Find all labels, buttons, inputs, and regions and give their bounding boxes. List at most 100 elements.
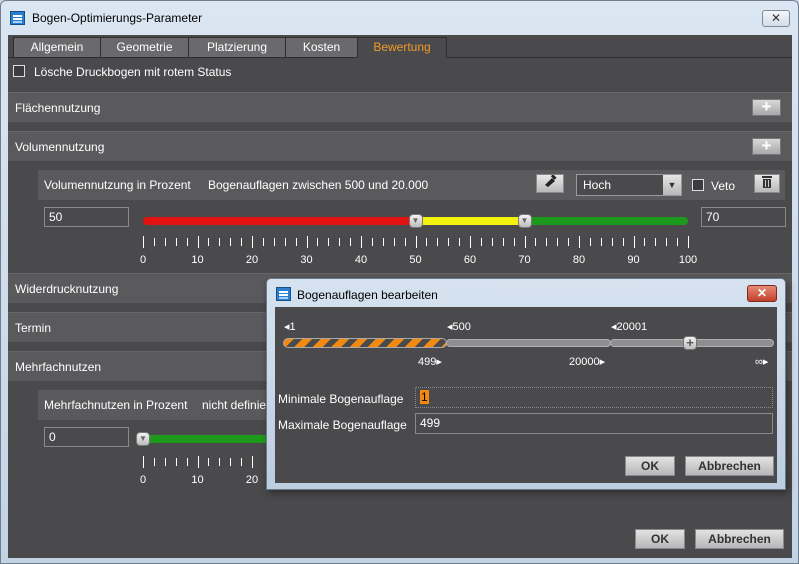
scale-label: 10 [191, 254, 204, 266]
scale-label: 100 [678, 254, 698, 266]
expand-button[interactable]: + [752, 137, 781, 155]
close-button[interactable]: ✕ [762, 10, 790, 27]
scale-tick [666, 238, 668, 246]
scale-label: 60 [463, 254, 477, 266]
volumen-criterion-row: Volumennutzung in Prozent Bogenauflagen … [38, 170, 785, 200]
scale-tick [546, 238, 548, 246]
scale-tick [252, 236, 253, 248]
section-title: Termin [15, 321, 52, 335]
slider-handle-high[interactable]: ▼ [517, 214, 532, 228]
scale-tick [208, 458, 210, 466]
scale-tick [306, 236, 308, 248]
scale-tick [655, 238, 657, 246]
criterion-range: Bogenauflagen zwischen 500 und 20.000 [208, 178, 429, 192]
min-input[interactable]: 1 [415, 387, 773, 408]
tab-bewertung[interactable]: Bewertung [357, 37, 447, 58]
sub-ok-button[interactable]: OK [625, 456, 675, 476]
tab-geometrie[interactable]: Geometrie [100, 37, 189, 58]
dialog-body: ◂1 ◂500 ◂20001 + 499▸ 20000▸ ∞▸ Minimale… [275, 307, 777, 483]
tab-kosten[interactable]: Kosten [285, 37, 358, 58]
scale-tick [186, 238, 188, 246]
scale-tick [197, 456, 199, 468]
scale-label: 0 [139, 254, 147, 266]
veto-checkbox[interactable] [692, 179, 704, 191]
expand-button[interactable]: + [752, 98, 781, 116]
mehrfach-low-input[interactable]: 0 [44, 427, 129, 447]
scale-tick [677, 238, 679, 246]
scale-tick [524, 236, 526, 248]
scale-tick [415, 236, 417, 248]
scale-tick [480, 238, 482, 246]
volumen-high-input[interactable]: 70 [701, 207, 786, 227]
scale-label: 30 [300, 254, 313, 266]
scale-label: 20 [245, 474, 259, 486]
slider-handle-low[interactable]: ▼ [408, 214, 423, 228]
scale-tick [426, 238, 428, 246]
title-bar: Bogen-Optimierungs-Parameter ✕ [1, 1, 798, 35]
tab-allgemein[interactable]: Allgemein [13, 37, 101, 58]
scale-tick [644, 238, 646, 246]
scale-tick [284, 238, 286, 246]
scale-tick [219, 458, 221, 466]
section-volumennutzung[interactable]: Volumennutzung + [8, 131, 792, 161]
criterion-label: Mehrfachnutzen in Prozent [44, 398, 188, 412]
edit-range-button[interactable] [536, 174, 564, 193]
scale-tick [143, 456, 144, 468]
cancel-button[interactable]: Abbrechen [695, 529, 784, 549]
scale-tick [317, 238, 319, 246]
delete-red-label: Lösche Druckbogen mit rotem Status [34, 65, 232, 79]
scale-tick [208, 238, 210, 246]
volumen-low-input[interactable]: 50 [44, 207, 129, 227]
scale-tick [382, 238, 384, 246]
scale-tick [393, 238, 395, 246]
max-label: Maximale Bogenauflage [278, 418, 407, 432]
app-icon [276, 287, 291, 301]
delete-red-checkbox[interactable] [13, 65, 25, 77]
marker-end-infinity: ∞▸ [755, 356, 769, 368]
scale-tick [459, 238, 461, 246]
tab-platzierung[interactable]: Platzierung [188, 37, 286, 58]
section-flaechennutzung[interactable]: Flächennutzung + [8, 92, 792, 122]
window-title: Bogen-Optimierungs-Parameter [32, 11, 203, 25]
slider-segment-high [524, 217, 688, 225]
scale-tick [622, 238, 624, 246]
gavel-icon [545, 174, 557, 187]
scale-tick [164, 238, 166, 246]
mehrfach-slider-handle[interactable]: ▼ [136, 432, 150, 446]
slider-segment-mid [415, 217, 525, 225]
range-segment-active[interactable] [283, 338, 447, 348]
delete-criterion-button[interactable] [754, 174, 780, 193]
priority-value: Hoch [583, 178, 612, 192]
marker-end-20000: 20000▸ [569, 356, 606, 368]
scale-tick [153, 458, 155, 466]
ok-button[interactable]: OK [635, 529, 685, 549]
scale-tick [568, 238, 570, 246]
scale-label: 10 [191, 474, 204, 486]
scale-tick [328, 238, 330, 246]
sub-cancel-button[interactable]: Abbrechen [685, 456, 774, 476]
max-input[interactable]: 499 [415, 413, 773, 434]
scale-tick [186, 458, 188, 466]
scale-tick [153, 238, 155, 246]
scale-tick [262, 238, 264, 246]
dialog-title: Bogenauflagen bearbeiten [297, 288, 438, 302]
scale-label: 20 [245, 254, 259, 266]
scale-tick [579, 236, 580, 248]
scale-tick [350, 238, 352, 246]
scale-label: 80 [572, 254, 586, 266]
range-segment-2[interactable] [446, 339, 611, 347]
scale-tick [611, 238, 613, 246]
scale-label: 70 [518, 254, 531, 266]
scale-tick [437, 238, 439, 246]
scale-tick [339, 238, 341, 246]
scale-tick [241, 458, 243, 466]
close-button[interactable]: ✕ [747, 285, 777, 302]
section-title: Volumennutzung [15, 140, 105, 154]
marker-start-500: ◂500 [447, 321, 471, 333]
add-segment-handle[interactable]: + [683, 336, 697, 350]
priority-select[interactable]: Hoch ▼ [576, 174, 682, 196]
scale-tick [295, 238, 297, 246]
section-title: Mehrfachnutzen [15, 360, 102, 374]
marker-start-20001: ◂20001 [611, 321, 648, 333]
scale-label: 90 [627, 254, 640, 266]
